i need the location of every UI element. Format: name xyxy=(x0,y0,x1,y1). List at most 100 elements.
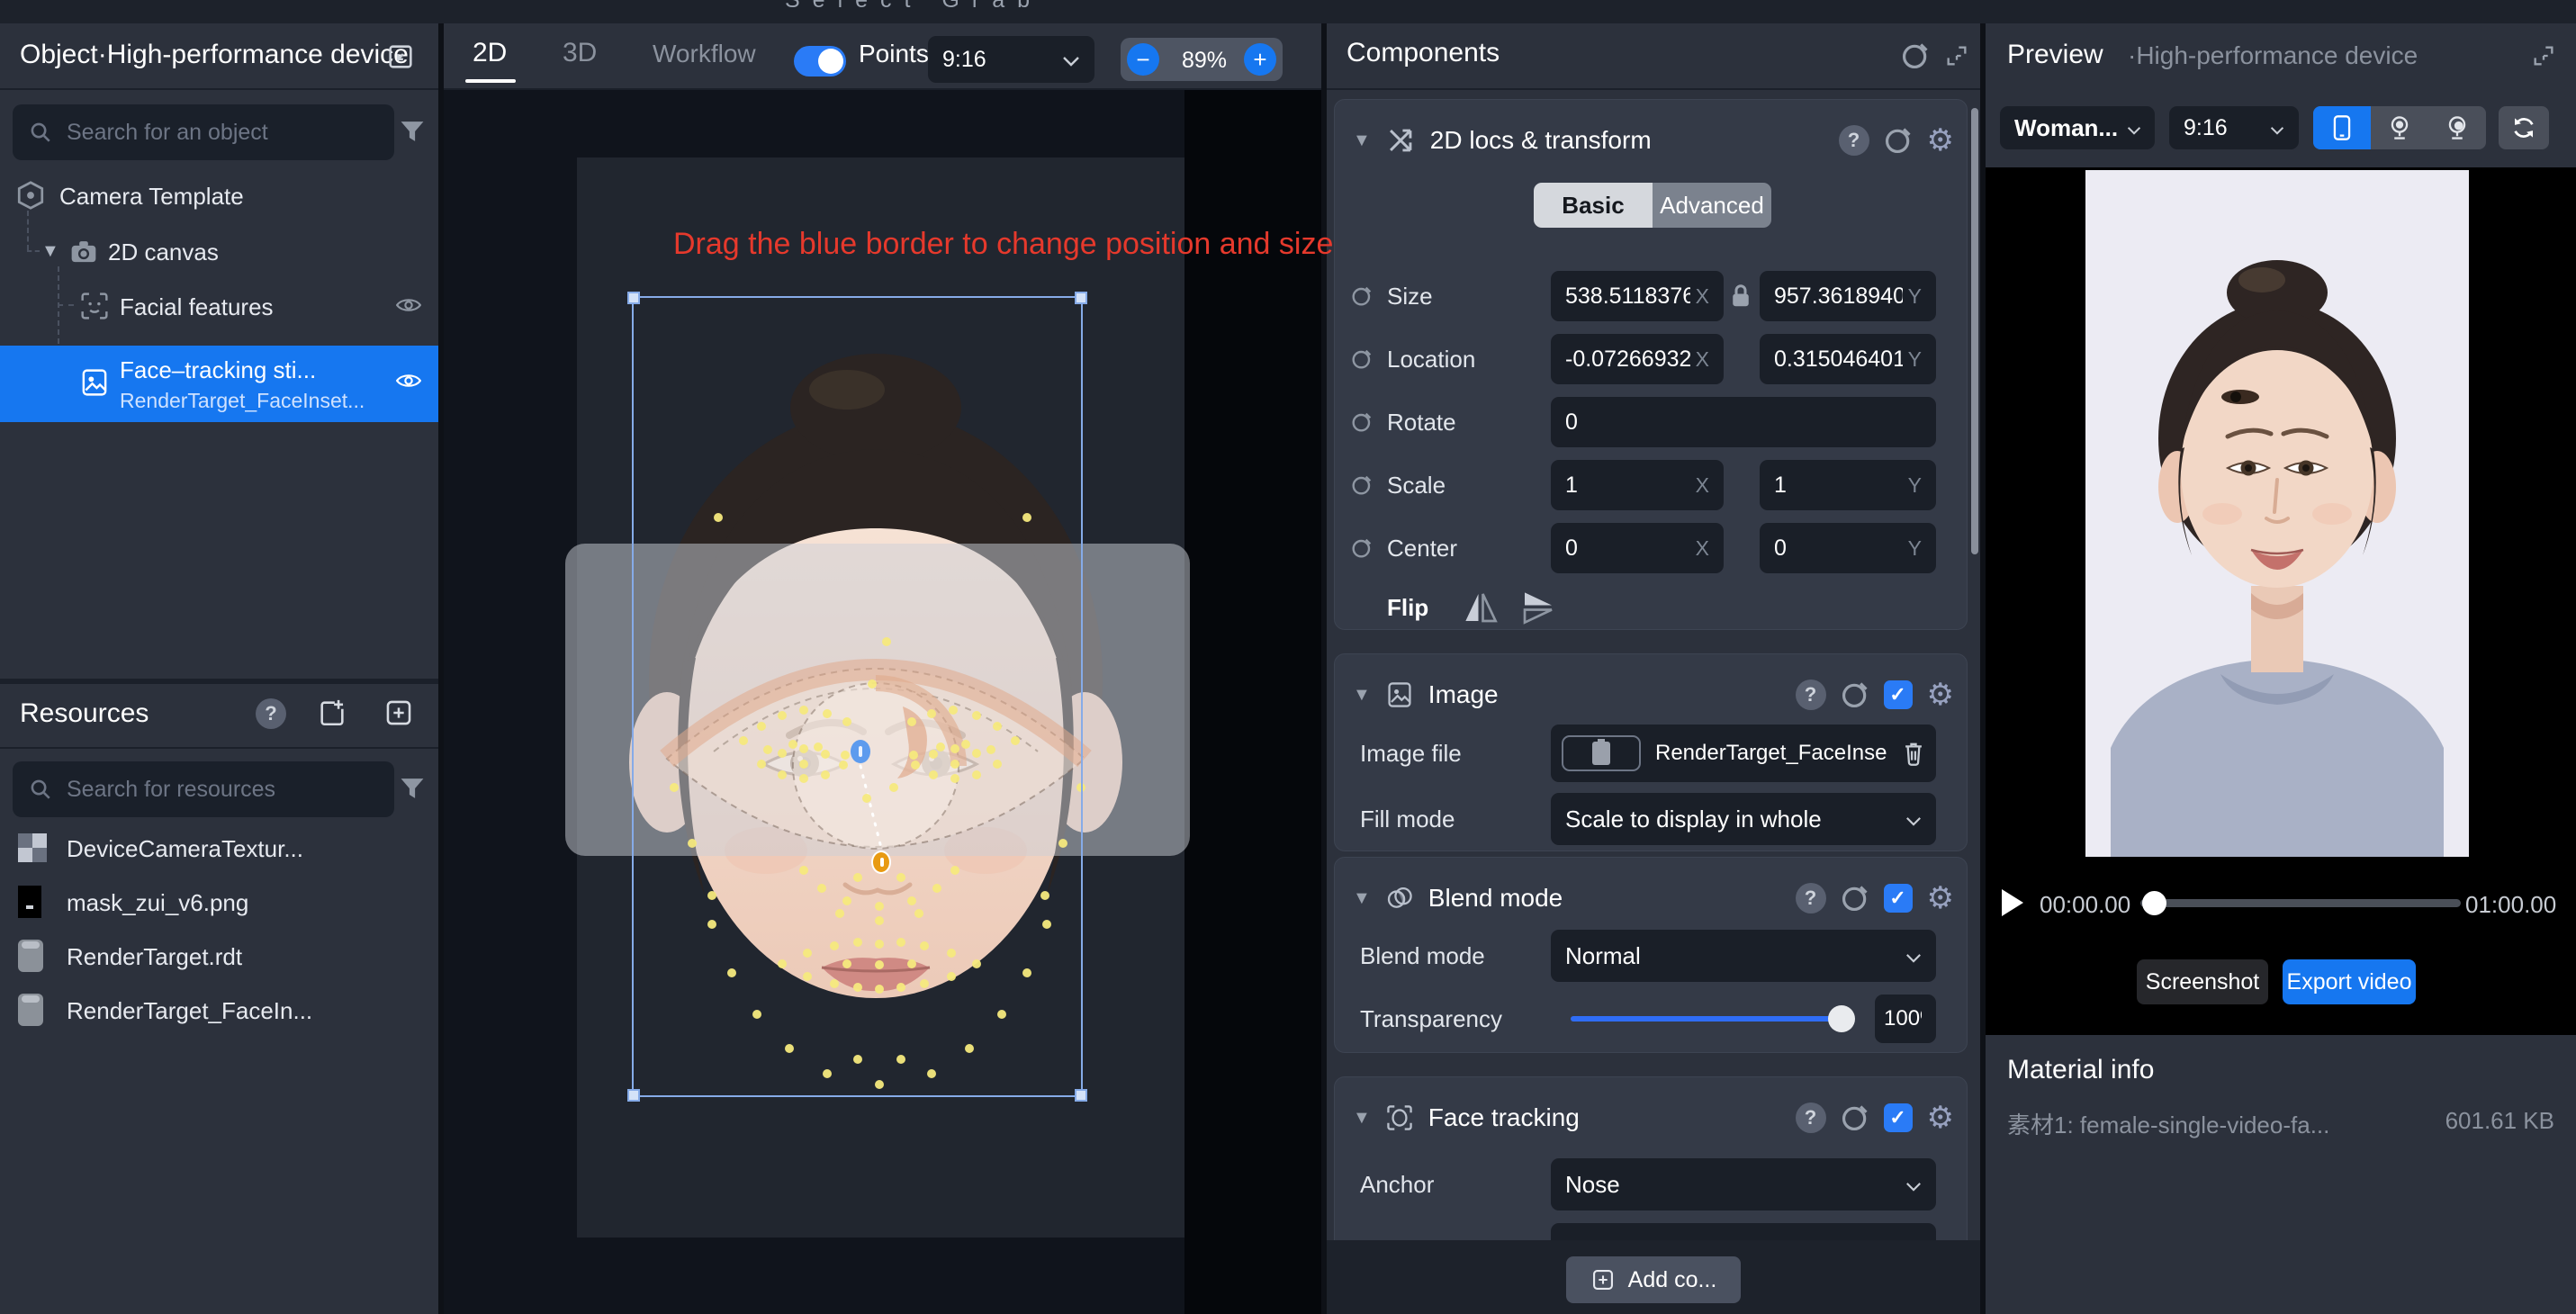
slider-handle[interactable] xyxy=(1828,1005,1855,1032)
selection-rect[interactable] xyxy=(632,296,1083,1097)
webcam-2-button[interactable] xyxy=(2428,106,2486,149)
resource-item[interactable]: RenderTarget_FaceIn... xyxy=(0,983,438,1037)
expand-caret-icon[interactable]: ▼ xyxy=(41,241,59,262)
resource-item[interactable]: mask_zui_v6.png xyxy=(0,875,438,929)
help-icon[interactable]: ? xyxy=(1796,1102,1826,1133)
aspect-ratio-select[interactable]: 9:16 xyxy=(928,36,1094,83)
gear-icon[interactable]: ⚙ xyxy=(1927,1102,1954,1133)
tab-basic[interactable]: Basic xyxy=(1534,183,1653,228)
resource-item[interactable]: RenderTarget.rdt xyxy=(0,929,438,983)
tab-3d[interactable]: 3D xyxy=(563,38,597,68)
lock-aspect-icon[interactable] xyxy=(1729,283,1752,314)
scale-y-input[interactable]: 1Y xyxy=(1760,460,1936,510)
device-preview-button[interactable] xyxy=(2313,106,2371,149)
collapse-caret-icon[interactable]: ▼ xyxy=(1353,130,1371,151)
center-x-input[interactable]: 0X xyxy=(1551,523,1724,573)
resize-handle-top-right[interactable] xyxy=(1075,292,1087,304)
float-panel-icon[interactable] xyxy=(2531,43,2556,73)
play-button[interactable] xyxy=(2002,889,2023,916)
blend-mode-select[interactable]: Normal xyxy=(1551,930,1936,982)
add-resource-icon[interactable] xyxy=(383,698,414,733)
resource-item[interactable]: DeviceCameraTextur... xyxy=(0,821,438,875)
screenshot-button[interactable]: Screenshot xyxy=(2137,959,2268,1004)
timeline-handle[interactable] xyxy=(2142,891,2166,915)
row-reset-icon[interactable] xyxy=(1351,537,1373,559)
collapse-caret-icon[interactable]: ▼ xyxy=(1353,888,1371,909)
trash-icon[interactable] xyxy=(1902,741,1925,766)
workflow-label[interactable]: Workflow xyxy=(653,40,756,68)
reset-icon[interactable] xyxy=(1884,126,1913,155)
tree-item-camera-template[interactable]: Camera Template xyxy=(0,169,438,221)
import-file-icon[interactable] xyxy=(317,698,347,733)
collapse-caret-icon[interactable]: ▼ xyxy=(1353,1108,1371,1129)
gear-icon[interactable]: ⚙ xyxy=(1927,883,1954,914)
resources-filter-icon[interactable] xyxy=(400,776,425,806)
enabled-checkbox[interactable]: ✓ xyxy=(1884,884,1913,913)
resource-item-label: RenderTarget.rdt xyxy=(67,943,242,971)
row-reset-icon[interactable] xyxy=(1351,411,1373,433)
resources-help-icon[interactable]: ? xyxy=(256,698,286,729)
location-x-input[interactable]: -0.072669322X xyxy=(1551,334,1724,384)
webcam-1-button[interactable] xyxy=(2371,106,2428,149)
help-icon[interactable]: ? xyxy=(1796,680,1826,710)
anchor-select[interactable]: Nose xyxy=(1551,1158,1936,1210)
resize-handle-bottom-left[interactable] xyxy=(627,1089,640,1102)
help-icon[interactable]: ? xyxy=(1796,883,1826,914)
export-video-button[interactable]: Export video xyxy=(2283,959,2416,1004)
enabled-checkbox[interactable]: ✓ xyxy=(1884,1103,1913,1132)
help-icon[interactable]: ? xyxy=(1839,125,1869,156)
resize-handle-bottom-right[interactable] xyxy=(1075,1089,1087,1102)
refresh-preview-button[interactable] xyxy=(2499,106,2549,149)
object-search-input[interactable] xyxy=(65,119,378,147)
image-file-field[interactable]: RenderTarget_FaceInse xyxy=(1551,724,1936,782)
components-scrollbar[interactable] xyxy=(1971,108,1978,554)
transparency-slider[interactable] xyxy=(1571,1016,1850,1022)
collapse-panel-icon[interactable] xyxy=(385,41,416,76)
visibility-eye-icon[interactable] xyxy=(396,371,421,395)
resize-handle-top-left[interactable] xyxy=(627,292,640,304)
tree-item-2d-canvas[interactable]: ▼ 2D canvas xyxy=(0,225,438,277)
visibility-eye-icon[interactable] xyxy=(396,295,421,320)
reset-all-icon[interactable] xyxy=(1901,41,1930,75)
reset-icon[interactable] xyxy=(1841,680,1869,709)
row-reset-icon[interactable] xyxy=(1351,474,1373,496)
viewport[interactable] xyxy=(444,90,1321,1314)
gear-icon[interactable]: ⚙ xyxy=(1927,125,1954,156)
enabled-checkbox[interactable]: ✓ xyxy=(1884,680,1913,709)
row-reset-icon[interactable] xyxy=(1351,285,1373,307)
object-search[interactable] xyxy=(13,104,394,160)
reset-icon[interactable] xyxy=(1841,1103,1869,1132)
gear-icon[interactable]: ⚙ xyxy=(1927,680,1954,710)
location-y-input[interactable]: 0.315046401Y xyxy=(1760,334,1936,384)
float-panel-icon[interactable] xyxy=(1944,43,1969,73)
fill-mode-select[interactable]: Scale to display in whole xyxy=(1551,793,1936,845)
size-y-input[interactable]: 957.3618940Y xyxy=(1760,271,1936,321)
zoom-in-button[interactable]: + xyxy=(1244,43,1276,76)
mask-thumbnail-icon xyxy=(18,886,41,918)
divider xyxy=(1321,23,1327,1314)
center-y-input[interactable]: 0Y xyxy=(1760,523,1936,573)
add-component-button[interactable]: Add co... xyxy=(1566,1256,1741,1303)
tree-item-facial-features[interactable]: Facial features xyxy=(0,281,438,331)
model-select[interactable]: Woman... xyxy=(2000,106,2155,149)
flip-horizontal-icon[interactable] xyxy=(1463,590,1499,630)
size-x-input[interactable]: 538.51183765X xyxy=(1551,271,1724,321)
flip-vertical-icon[interactable] xyxy=(1520,590,1556,630)
timeline-slider[interactable] xyxy=(2140,899,2461,907)
tree-item-face-tracking-sticker[interactable]: Face–tracking sti... RenderTarget_FaceIn… xyxy=(0,346,438,422)
resources-search-input[interactable] xyxy=(65,776,378,804)
resources-search[interactable] xyxy=(13,761,394,817)
zoom-out-button[interactable]: − xyxy=(1127,43,1159,76)
points-toggle[interactable] xyxy=(794,46,846,76)
canvas-hint-text: Drag the blue border to change position … xyxy=(673,227,1333,262)
preview-aspect-select[interactable]: 9:16 xyxy=(2169,106,2299,149)
reset-icon[interactable] xyxy=(1841,884,1869,913)
tab-advanced[interactable]: Advanced xyxy=(1653,183,1771,228)
row-reset-icon[interactable] xyxy=(1351,348,1373,370)
object-filter-icon[interactable] xyxy=(400,119,425,148)
tab-2d[interactable]: 2D xyxy=(473,38,507,68)
scale-x-input[interactable]: 1X xyxy=(1551,460,1724,510)
rotate-input[interactable]: 0 xyxy=(1551,397,1936,447)
transparency-value-field[interactable]: 100% xyxy=(1875,994,1936,1043)
collapse-caret-icon[interactable]: ▼ xyxy=(1353,685,1371,706)
